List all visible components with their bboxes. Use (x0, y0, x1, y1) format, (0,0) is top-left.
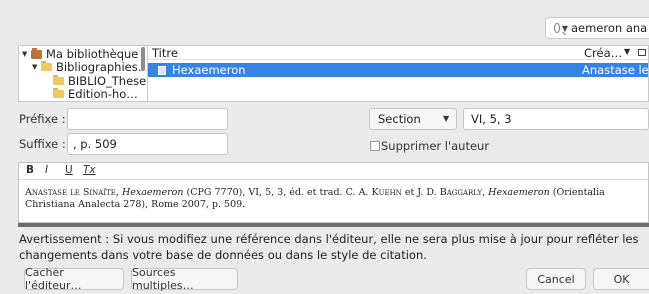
tree-item-label: Edition-ho… (68, 87, 138, 101)
library-icon (31, 47, 42, 59)
cancel-button[interactable]: Cancel (526, 268, 586, 290)
citation-author: Anastase le Sinaïte (25, 187, 116, 198)
tree-item-edition[interactable]: Edition-ho… (53, 87, 138, 101)
multiple-sources-button[interactable]: Sources multiples… (131, 266, 238, 292)
tree-item-label: BIBLIO_These (68, 74, 147, 88)
expand-arrow-icon[interactable]: ▼ (22, 50, 31, 58)
tree-scrollbar[interactable] (141, 47, 145, 71)
citation-middle: (CPG 7770), VI, 5, 3, éd. et trad. C. A. (186, 187, 372, 198)
suffix-field[interactable]: , p. 509 (67, 133, 228, 155)
folder-icon (53, 88, 64, 98)
locator-select-value: Section (378, 112, 421, 126)
tree-item-label: Bibliographies… (56, 60, 148, 74)
hide-editor-button[interactable]: Cacher l'éditeur… (24, 266, 124, 292)
warning-text: Avertissement : Si vous modifiez une réf… (19, 232, 639, 262)
items-header: Titre Créa… ▼ (148, 46, 648, 60)
clear-format-button[interactable]: Tx (83, 164, 96, 176)
document-icon (158, 66, 166, 75)
locator-select[interactable]: Section ▼ (369, 108, 457, 130)
library-tree: ▼ Ma bibliothèque ▼ Bibliographies… BIBL… (18, 45, 148, 102)
underline-button[interactable]: U (65, 164, 73, 176)
column-picker-icon[interactable] (638, 49, 646, 56)
item-title: Hexaemeron (172, 63, 246, 77)
tree-item-bibliographies[interactable]: ▼ Bibliographies… (32, 60, 148, 74)
folder-icon (53, 75, 64, 85)
citation-editor2: Baggarly (439, 187, 483, 198)
suppress-author-label: Supprimer l'auteur (381, 139, 490, 153)
item-row[interactable]: Hexaemeron Anastase le … (148, 63, 648, 77)
search-value: aemeron ana (570, 21, 648, 35)
citation-text[interactable]: Anastase le Sinaïte, Hexaemeron (CPG 777… (25, 187, 643, 211)
citation-editor1: Kuehn (371, 187, 402, 198)
locator-field[interactable]: VI, 5, 3 (463, 108, 649, 130)
citation-title2: Hexaemeron (488, 187, 550, 198)
item-creator: Anastase le … (582, 63, 649, 77)
citation-and: et J. D. (401, 187, 440, 198)
suffix-label: Suffixe : (19, 137, 66, 151)
citation-title: Hexaemeron (121, 187, 184, 198)
tree-item-my-library[interactable]: ▼ Ma bibliothèque (22, 47, 138, 61)
expand-arrow-icon[interactable]: ▼ (32, 63, 41, 71)
suppress-author-checkbox[interactable] (370, 141, 380, 151)
italic-button[interactable]: I (45, 164, 48, 176)
items-list: Titre Créa… ▼ Hexaemeron Anastase le … (148, 45, 649, 102)
search-input[interactable]: ▼ aemeron ana (545, 17, 649, 39)
citation-editor[interactable]: B I U Tx Anastase le Sinaïte, Hexaemeron… (18, 162, 649, 223)
column-header-title[interactable]: Titre (152, 46, 178, 60)
prefix-field[interactable] (67, 108, 228, 130)
ok-button[interactable]: OK (593, 268, 649, 290)
search-icon (554, 23, 560, 33)
tree-item-biblio-these[interactable]: BIBLIO_These (53, 74, 146, 88)
column-header-creator[interactable]: Créa… (584, 46, 622, 60)
bold-button[interactable]: B (26, 164, 34, 176)
editor-scrollbar[interactable] (18, 223, 649, 227)
folder-icon (41, 61, 52, 71)
chevron-down-icon: ▼ (443, 114, 450, 123)
tree-item-label: Ma bibliothèque (46, 47, 139, 61)
editor-toolbar: B I U Tx (19, 163, 648, 180)
prefix-label: Préfixe : (19, 112, 66, 126)
sort-chevron-icon[interactable]: ▼ (624, 47, 630, 56)
